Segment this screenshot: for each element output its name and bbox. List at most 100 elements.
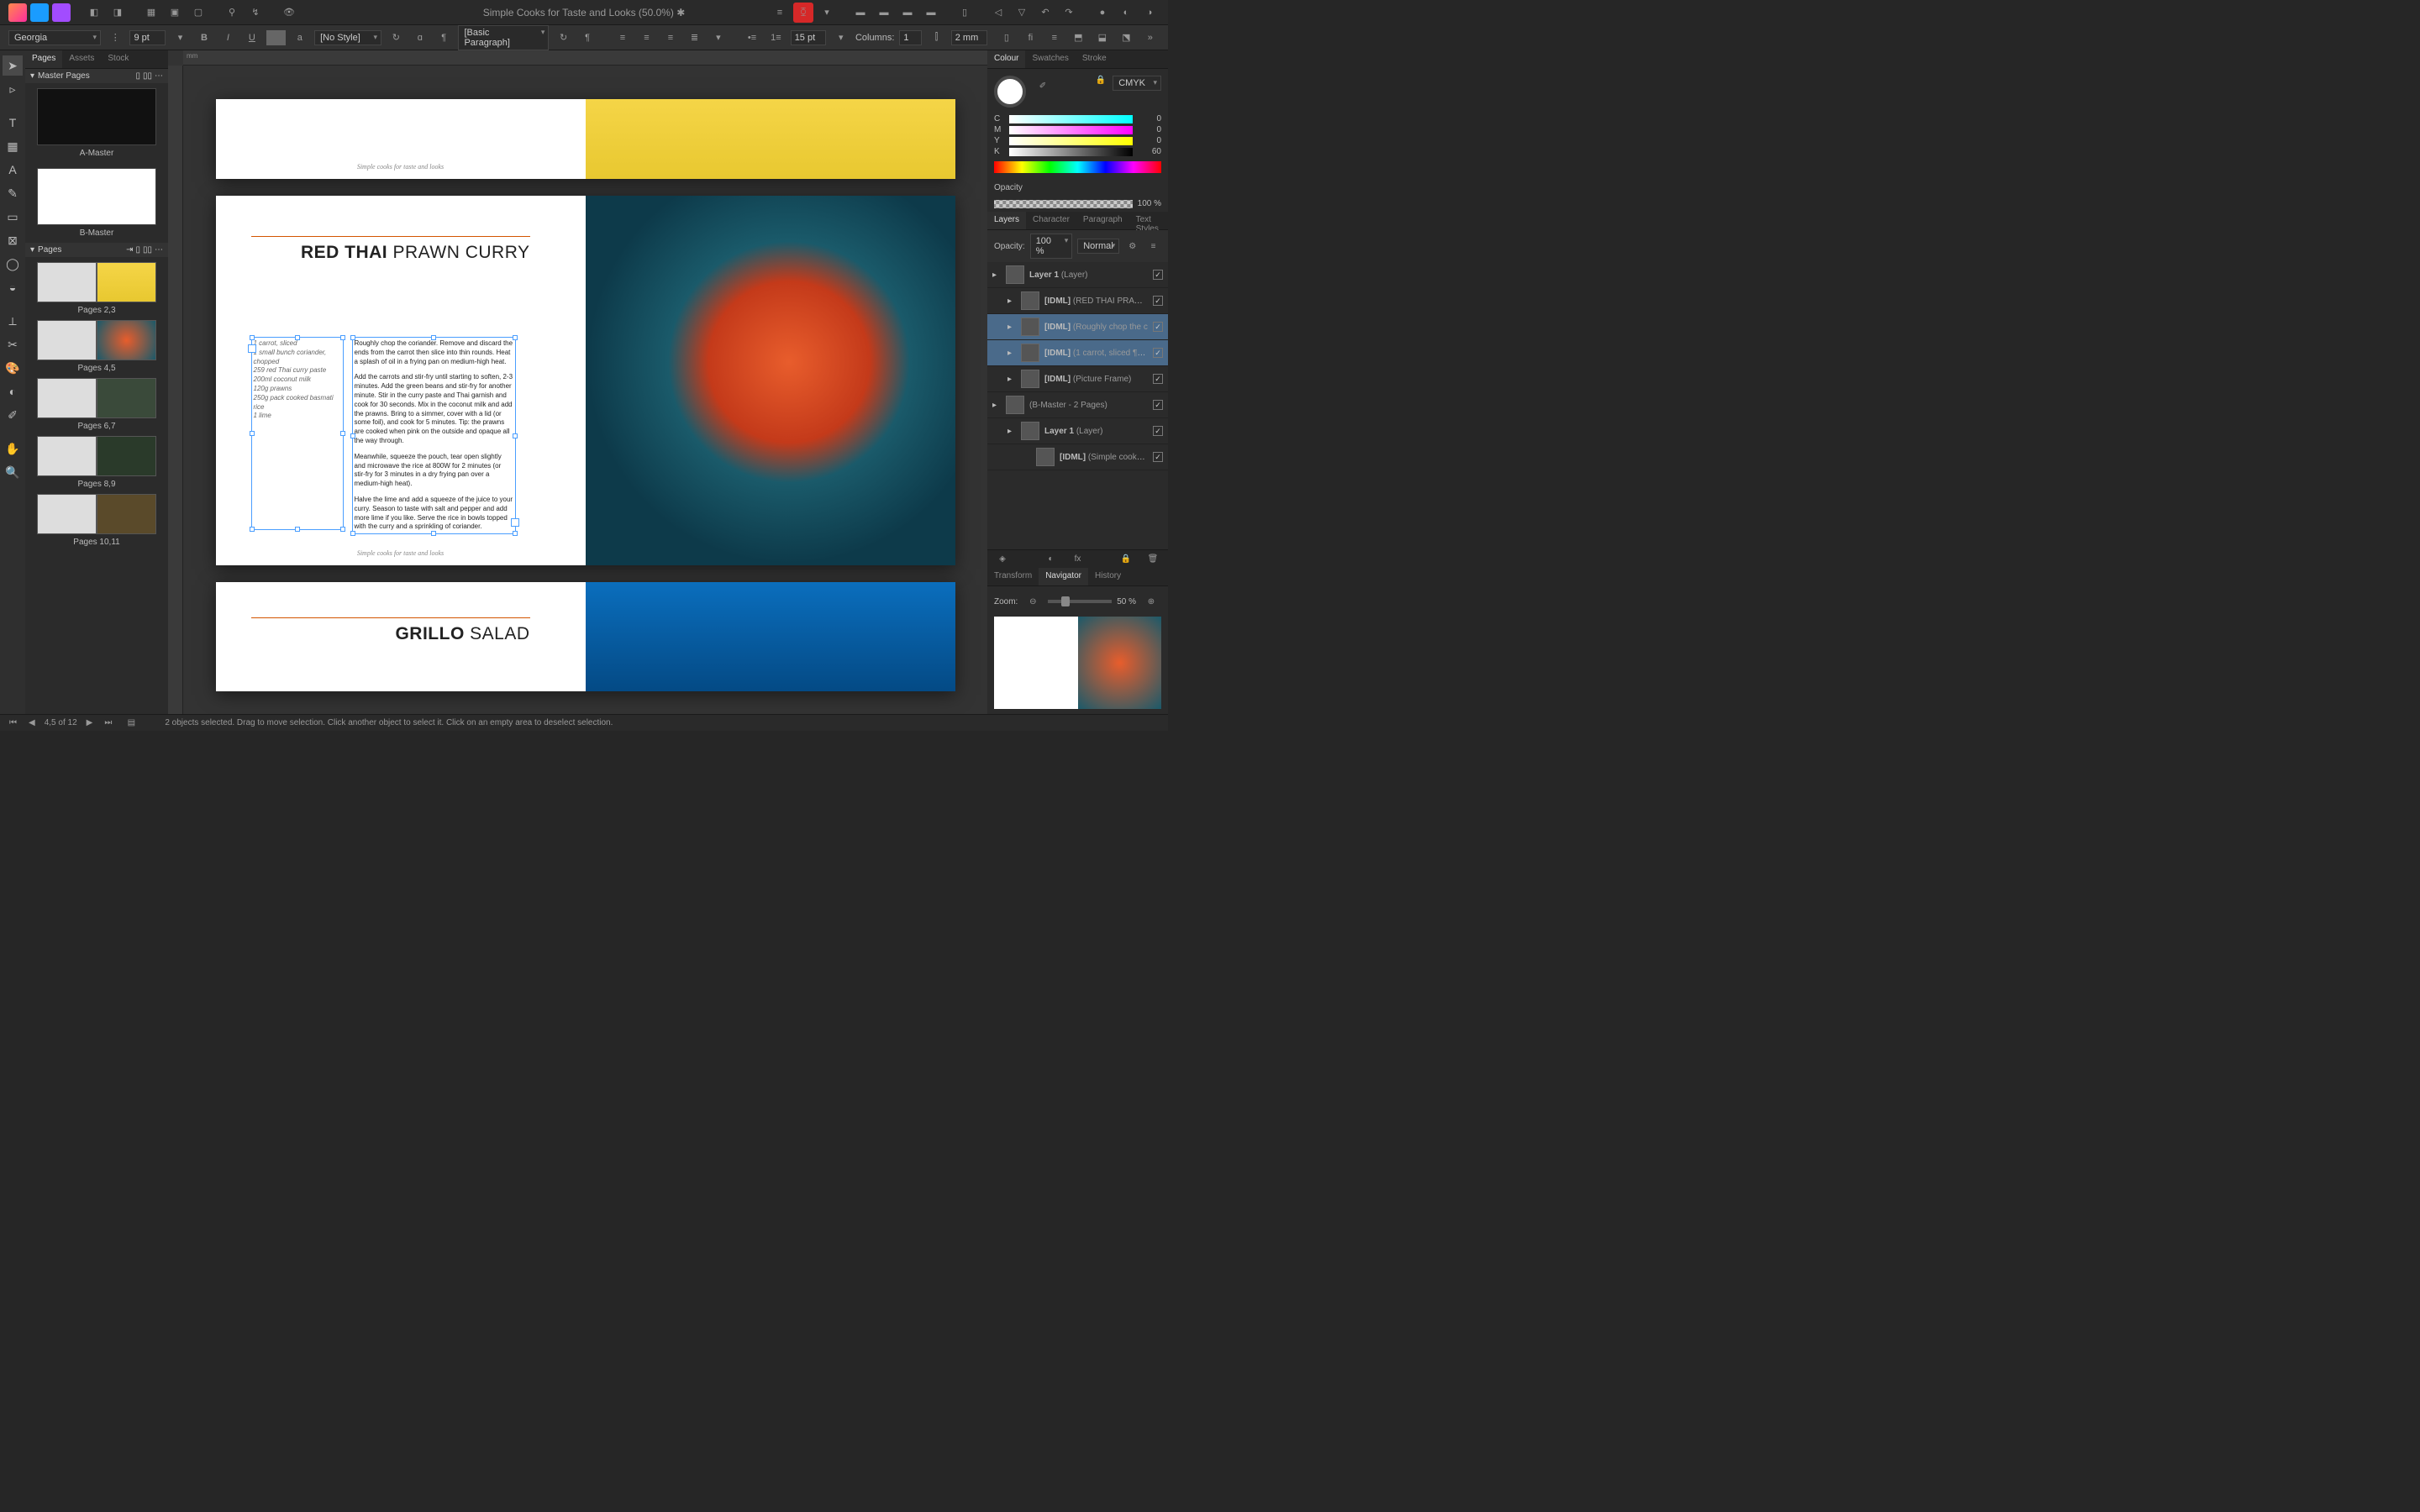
valign-bot-icon[interactable]: ⬔	[1117, 28, 1135, 48]
affinity-photo-icon[interactable]	[8, 3, 27, 22]
artistic-text-tool[interactable]: A	[3, 160, 23, 180]
para-panel-icon[interactable]: ≡	[1045, 28, 1064, 48]
shape-tool[interactable]: ◒	[3, 277, 23, 297]
layer-settings-icon[interactable]: ⚙	[1124, 236, 1140, 256]
yellow-slider[interactable]	[1009, 137, 1133, 145]
transparency-tool[interactable]: ◐	[3, 381, 23, 402]
expand-icon[interactable]: ▸	[1007, 297, 1016, 306]
facing-pages-icon[interactable]: ▯▯	[143, 71, 152, 81]
lock-layer-icon[interactable]: 🔒	[1116, 549, 1136, 570]
spread-6-7[interactable]: GRILLO SALAD	[216, 582, 955, 691]
tab-navigator[interactable]: Navigator	[1039, 568, 1088, 585]
gutter-input[interactable]: 2 mm	[951, 30, 987, 45]
arrange-icon[interactable]: ▬	[874, 3, 894, 23]
tab-stock[interactable]: Stock	[101, 50, 135, 68]
frame-panel-icon[interactable]: ▯	[997, 28, 1016, 48]
adjustment-icon[interactable]: ◐	[1041, 549, 1061, 570]
layer-row[interactable]: ▸Layer 1 (Layer)	[987, 262, 1168, 288]
zoom-value[interactable]: 50 %	[1117, 597, 1136, 606]
snap-options-icon[interactable]: ▾	[817, 3, 837, 23]
pages-header[interactable]: ▾Pages ⇥▯▯▯⋯	[25, 243, 168, 257]
view-mode-icon[interactable]: ▣	[165, 3, 185, 23]
layer-visibility-checkbox[interactable]	[1153, 270, 1163, 280]
vector-crop-tool[interactable]: ✂	[3, 334, 23, 354]
boolean-icon[interactable]: ●	[1092, 3, 1113, 23]
prev-page-button[interactable]: ◀	[26, 718, 38, 727]
opacity-slider[interactable]	[994, 200, 1133, 208]
mask-icon[interactable]: ◈	[992, 549, 1013, 570]
justify-more-icon[interactable]: ▾	[709, 28, 728, 48]
snapping-icon[interactable]: ⧲	[793, 3, 813, 23]
char-style-dropdown[interactable]: [No Style]	[314, 30, 381, 45]
fx-icon[interactable]: fx	[1068, 549, 1088, 570]
tab-history[interactable]: History	[1088, 568, 1128, 585]
pen-tool[interactable]: ✎	[3, 183, 23, 203]
colour-well[interactable]	[994, 76, 1026, 108]
pan-tool[interactable]: ✋	[3, 438, 23, 459]
navigator-preview[interactable]	[994, 617, 1161, 709]
boolean-icon[interactable]: ◑	[1139, 3, 1160, 23]
leading-input[interactable]: 15 pt	[791, 30, 827, 45]
tab-character[interactable]: Character	[1026, 212, 1076, 229]
columns-input[interactable]: 1	[899, 30, 922, 45]
link-icon[interactable]: ↯	[245, 3, 266, 23]
align-right-icon[interactable]: ≡	[661, 28, 680, 48]
zoom-in-icon[interactable]: ⊕	[1141, 591, 1161, 612]
justify-icon[interactable]: ≣	[685, 28, 703, 48]
frame-text-tool[interactable]: T	[3, 113, 23, 133]
view-mode-icon[interactable]: ▢	[188, 3, 208, 23]
anchor-icon[interactable]: ⚲	[222, 3, 242, 23]
tab-colour[interactable]: Colour	[987, 50, 1025, 68]
font-family-dropdown[interactable]: Georgia	[8, 30, 101, 45]
picture-frame-tool[interactable]: ⊠	[3, 230, 23, 250]
layer-row[interactable]: ▸Layer 1 (Layer)	[987, 418, 1168, 444]
spread-thumb-10-11[interactable]: Pages 10,11	[37, 494, 156, 547]
single-page-icon[interactable]: ▯	[135, 71, 140, 81]
canvas-viewport[interactable]: Simple cooks for taste and looks RED THA…	[183, 66, 987, 714]
flip-v-icon[interactable]: ▽	[1012, 3, 1032, 23]
master-b-thumb[interactable]: B-Master	[37, 168, 156, 238]
layer-row[interactable]: ▸ (B-Master - 2 Pages)	[987, 392, 1168, 418]
facing-icon[interactable]: ▯▯	[143, 245, 152, 255]
bold-button[interactable]: B	[195, 28, 213, 48]
text-out-port[interactable]	[511, 518, 519, 527]
layer-row[interactable]: ▸[IDML] (1 carrot, sliced ¶1 s	[987, 340, 1168, 366]
preview-icon[interactable]: 👁	[279, 3, 299, 23]
rotate-cw-icon[interactable]: ↷	[1059, 3, 1079, 23]
align-left-icon[interactable]: ≡	[613, 28, 632, 48]
table-tool[interactable]: ▦	[3, 136, 23, 156]
underline-button[interactable]: U	[243, 28, 261, 48]
spread-thumb-6-7[interactable]: Pages 6,7	[37, 378, 156, 431]
tab-layers[interactable]: Layers	[987, 212, 1026, 229]
hue-strip[interactable]	[994, 161, 1161, 173]
valign-top-icon[interactable]: ⬒	[1069, 28, 1087, 48]
font-size-input[interactable]: 9 pt	[129, 30, 166, 45]
leading-stepper-icon[interactable]: ▾	[831, 28, 850, 48]
list-number-icon[interactable]: 1≡	[766, 28, 785, 48]
spread-4-5[interactable]: RED THAI PRAWN CURRY 1 carrot, sliced 1 …	[216, 196, 955, 565]
text-in-port[interactable]	[248, 344, 256, 353]
node-tool[interactable]: ▹	[3, 79, 23, 99]
list-bullet-icon[interactable]: •≡	[743, 28, 761, 48]
layer-visibility-checkbox[interactable]	[1153, 400, 1163, 410]
spread-2-3[interactable]: Simple cooks for taste and looks	[216, 99, 955, 179]
zoom-out-icon[interactable]: ⊖	[1023, 591, 1043, 612]
page-list-icon[interactable]: ▤	[121, 713, 141, 733]
char-panel-icon[interactable]: fi	[1021, 28, 1039, 48]
baseline-grid-icon[interactable]: ≡	[770, 3, 790, 23]
magenta-slider[interactable]	[1009, 126, 1133, 134]
tab-stroke[interactable]: Stroke	[1076, 50, 1113, 68]
last-page-button[interactable]: ⏭	[102, 718, 114, 727]
font-variant-icon[interactable]: ⋮	[106, 28, 124, 48]
colour-mode-dropdown[interactable]: CMYK	[1113, 76, 1161, 91]
flip-h-icon[interactable]: ◁	[988, 3, 1008, 23]
layer-row[interactable]: [IDML] (Simple cooks for	[987, 444, 1168, 470]
blend-mode-dropdown[interactable]: Normal	[1077, 239, 1119, 254]
ruler-horizontal[interactable]: mm	[183, 50, 987, 66]
ingredients-frame-selected[interactable]: 1 carrot, sliced 1 small bunch coriander…	[251, 337, 344, 530]
first-page-button[interactable]: ⏮	[7, 718, 19, 727]
next-page-button[interactable]: ▶	[84, 718, 96, 727]
update-style-icon[interactable]: ↻	[387, 28, 405, 48]
spread-thumb-2-3[interactable]: Pages 2,3	[37, 262, 156, 315]
align-center-icon[interactable]: ≡	[637, 28, 655, 48]
